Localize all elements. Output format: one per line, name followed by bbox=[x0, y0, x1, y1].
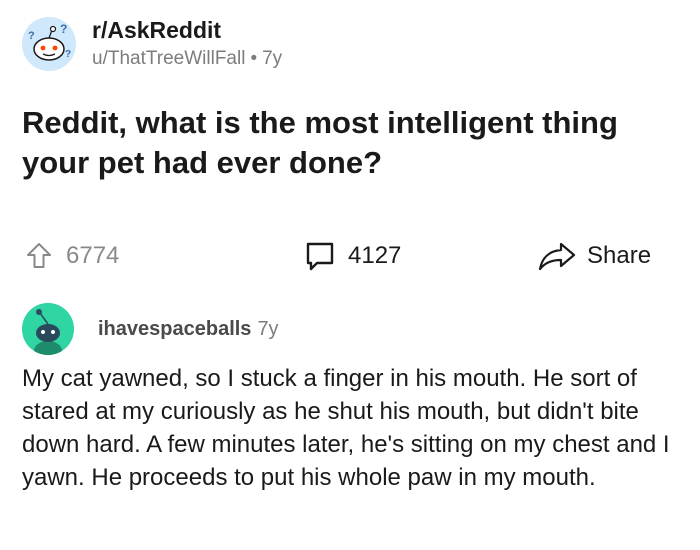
user-snoo-avatar-icon[interactable] bbox=[22, 303, 74, 355]
share-button[interactable]: Share bbox=[537, 236, 651, 276]
post-meta: u/ThatTreeWillFall • 7y bbox=[92, 46, 282, 72]
post-age: 7y bbox=[262, 48, 283, 69]
action-bar: 6774 4127 Share bbox=[22, 236, 672, 276]
svg-text:?: ? bbox=[65, 49, 71, 60]
svg-text:?: ? bbox=[28, 30, 35, 42]
upvote-arrow-icon[interactable] bbox=[26, 242, 52, 270]
comment-bubble-icon bbox=[304, 240, 336, 272]
subreddit-name[interactable]: r/AskReddit bbox=[92, 16, 282, 44]
share-label: Share bbox=[587, 242, 652, 269]
post-title[interactable]: Reddit, what is the most intelligent thi… bbox=[22, 103, 682, 183]
comment-author[interactable]: ihavespaceballs bbox=[98, 318, 251, 341]
reddit-post-screenshot: ? ? ? r/AskReddit u/ThatTreeWillFall • 7y … bbox=[0, 0, 700, 550]
comment-header: ihavespaceballs 7y bbox=[22, 303, 279, 355]
meta-separator: • bbox=[250, 48, 258, 69]
post-header: ? ? ? r/AskReddit u/ThatTreeWillFall • 7y bbox=[22, 16, 282, 72]
post-author[interactable]: u/ThatTreeWillFall bbox=[92, 48, 245, 69]
upvote-count: 6774 bbox=[66, 242, 120, 269]
comment-body: My cat yawned, so I stuck a finger in hi… bbox=[22, 365, 670, 491]
comment-count: 4127 bbox=[348, 242, 402, 269]
comment-age: 7y bbox=[257, 317, 279, 340]
share-arrow-icon bbox=[537, 240, 577, 272]
askreddit-snoo-icon[interactable]: ? ? ? bbox=[22, 17, 76, 71]
upvote-button[interactable]: 6774 bbox=[26, 236, 119, 276]
comments-button[interactable]: 4127 bbox=[304, 236, 401, 276]
header-text: r/AskReddit u/ThatTreeWillFall • 7y bbox=[92, 16, 282, 72]
svg-text:?: ? bbox=[60, 22, 67, 36]
